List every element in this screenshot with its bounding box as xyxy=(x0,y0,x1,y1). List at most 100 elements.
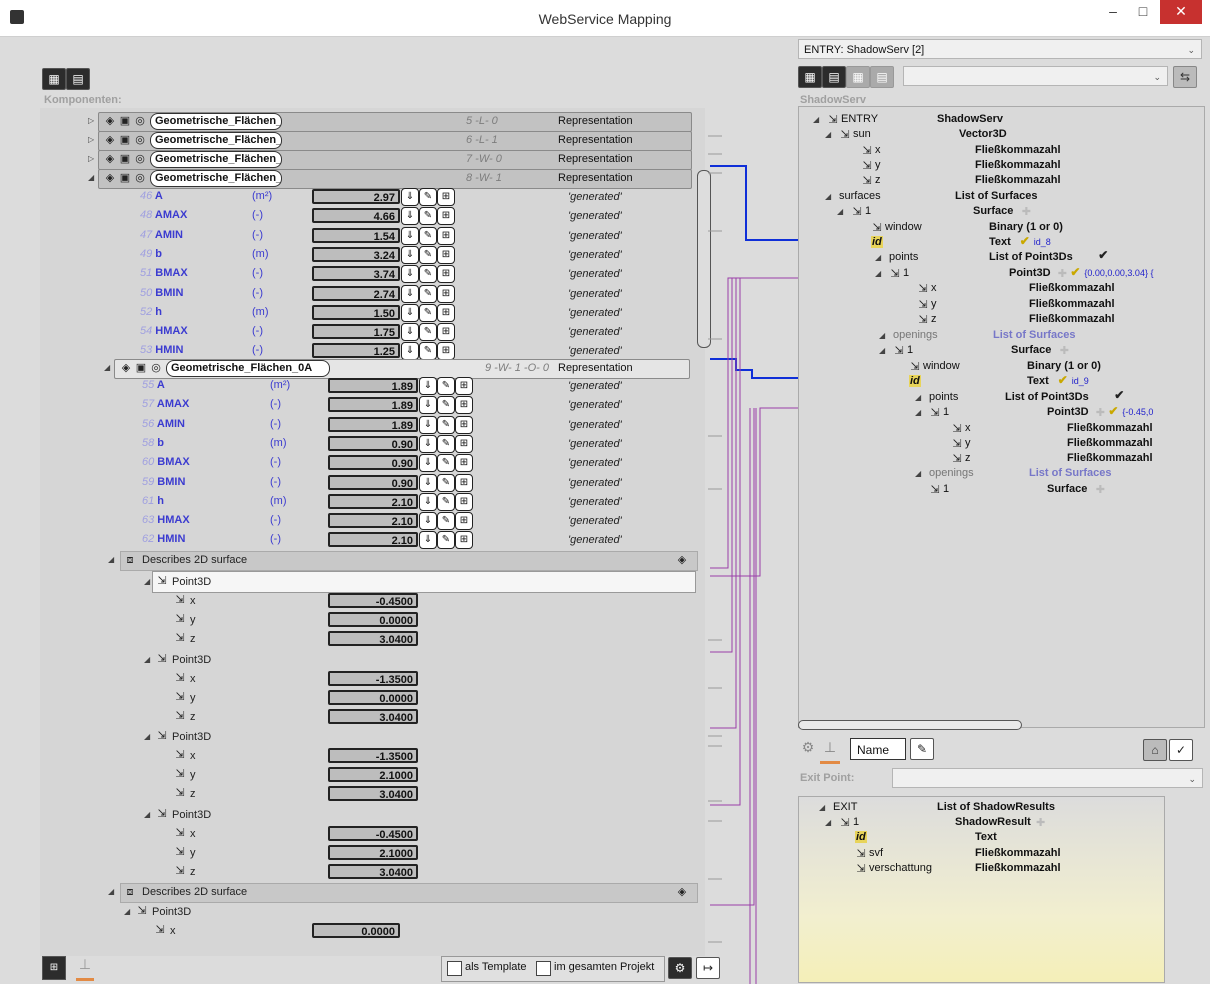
parameter-value[interactable]: 1.25 xyxy=(312,343,400,359)
parameter-row[interactable]: 59 BMIN (-) 0.90 ⇓ ✎ ⊞ 'generated' xyxy=(40,473,705,493)
table-icon[interactable]: ⊞ xyxy=(455,396,473,415)
down-arrow-icon[interactable]: ⇓ xyxy=(419,512,437,531)
coordinate-value[interactable]: 3.0400 xyxy=(328,709,418,724)
parameter-row[interactable]: 46 A (m²) 2.97 ⇓ ✎ ⊞ 'generated' xyxy=(40,188,705,207)
coordinate-row[interactable]: ⇲ x 0.0000 xyxy=(40,922,705,941)
down-arrow-icon[interactable]: ⇓ xyxy=(401,284,419,303)
parameter-row[interactable]: 56 AMIN (-) 1.89 ⇓ ✎ ⊞ 'generated' xyxy=(40,415,705,435)
tree-expand-icon[interactable]: ◢ xyxy=(875,269,883,279)
tree-expand-icon[interactable]: ◢ xyxy=(819,803,827,813)
coordinate-row[interactable]: ⇲ z 3.0400 xyxy=(40,708,705,727)
tree-expand-icon[interactable]: ◢ xyxy=(825,818,833,828)
entry-select[interactable]: ENTRY: ShadowServ [2] ⌄ xyxy=(798,39,1202,59)
plus-icon[interactable]: ✚ xyxy=(1058,345,1070,357)
parameter-row[interactable]: 52 h (m) 1.50 ⇓ ✎ ⊞ 'generated' xyxy=(40,303,705,323)
edit-pencil-icon[interactable]: ✎ xyxy=(419,342,437,361)
edit-pencil-icon[interactable]: ✎ xyxy=(419,284,437,303)
parameter-value[interactable]: 2.74 xyxy=(312,285,400,301)
coordinate-value[interactable]: 0.0000 xyxy=(328,612,418,627)
maximize-button[interactable]: □ xyxy=(1128,0,1158,24)
horizontal-scrollbar[interactable] xyxy=(798,720,1022,730)
coordinate-row[interactable]: ⇲ z 3.0400 xyxy=(40,863,705,882)
down-arrow-icon[interactable]: ⇓ xyxy=(419,377,437,395)
refresh-icon[interactable]: ⇆ xyxy=(1173,66,1197,88)
parameter-value[interactable]: 2.10 xyxy=(328,493,418,509)
edit-pencil-icon[interactable]: ✎ xyxy=(419,207,437,226)
edit-pencil-icon[interactable]: ✎ xyxy=(437,531,455,550)
down-arrow-icon[interactable]: ⇓ xyxy=(401,323,419,342)
coordinate-row[interactable]: ⇲ z 3.0400 xyxy=(40,630,705,649)
parameter-row[interactable]: 51 BMAX (-) 3.74 ⇓ ✎ ⊞ 'generated' xyxy=(40,265,705,284)
bird-icon[interactable]: ✎ xyxy=(910,738,934,760)
diamond-arrow-icon[interactable]: ◈ xyxy=(676,554,688,566)
parameter-value[interactable]: 3.74 xyxy=(312,266,400,282)
down-arrow-icon[interactable]: ⇓ xyxy=(419,434,437,453)
coordinate-row[interactable]: ⇲ x -0.4500 xyxy=(40,825,705,844)
edit-pencil-icon[interactable]: ✎ xyxy=(419,323,437,342)
component-header-row[interactable]: ▷ ◈ ▣ ◎ Geometrische_Flächen_0A 6 -L- 1 Repres… xyxy=(40,131,705,151)
entry-tree[interactable]: ◢ ⇲ ENTRY ShadowServ ◢ ⇲ sun Vector3D ⇲ x Fließkom… xyxy=(798,106,1205,728)
ws-icon[interactable]: ⌂ xyxy=(1143,739,1167,761)
table-icon[interactable]: ⊞ xyxy=(455,415,473,434)
down-arrow-icon[interactable]: ⇓ xyxy=(401,342,419,361)
table-icon[interactable]: ⊞ xyxy=(437,226,455,245)
edit-pencil-icon[interactable]: ✎ xyxy=(437,434,455,453)
edit-pencil-icon[interactable]: ✎ xyxy=(437,512,455,531)
schema-select[interactable]: ⌄ xyxy=(903,66,1168,86)
diamond-arrow-icon[interactable]: ◈ xyxy=(676,886,688,898)
expand-arrow-icon[interactable]: ▷ xyxy=(88,154,96,164)
exit-point-select[interactable]: ⌄ xyxy=(892,768,1203,788)
plus-icon[interactable]: ✚ xyxy=(1056,268,1068,280)
point3d-row[interactable]: ◢ ⇲ Point3D xyxy=(40,806,705,825)
edit-pencil-icon[interactable]: ✎ xyxy=(419,265,437,284)
component-header-row[interactable]: ◢ ◈ ▣ ◎ Geometrische_Flächen_0A 8 -W- 1 Repres… xyxy=(40,169,705,189)
coordinate-value[interactable]: 0.0000 xyxy=(328,690,418,705)
coordinate-value[interactable]: -1.3500 xyxy=(328,748,418,763)
edit-pencil-icon[interactable]: ✎ xyxy=(437,492,455,511)
table-icon[interactable]: ⊞ xyxy=(437,207,455,226)
parameter-row[interactable]: 55 A (m²) 1.89 ⇓ ✎ ⊞ 'generated' xyxy=(40,377,705,396)
down-arrow-icon[interactable]: ⇓ xyxy=(419,454,437,473)
als-template-checkbox[interactable] xyxy=(447,961,462,976)
collapse-arrow-icon[interactable]: ◢ xyxy=(124,907,132,917)
parameter-value[interactable]: 1.50 xyxy=(312,304,400,320)
coordinate-value[interactable]: -0.4500 xyxy=(328,826,418,841)
point3d-row[interactable]: ◢ ⇲ Point3D xyxy=(40,903,705,922)
tree-expand-icon[interactable]: ◢ xyxy=(813,115,821,125)
parameter-value[interactable]: 2.97 xyxy=(312,189,400,204)
tree-expand-icon[interactable]: ◢ xyxy=(825,130,833,140)
point3d-row[interactable]: ◢ ⇲ Point3D xyxy=(40,571,705,593)
describes-row[interactable]: ◢ ⧈ Describes 2D surface ◈ xyxy=(40,551,705,571)
table-icon[interactable]: ⊞ xyxy=(437,188,455,206)
table-icon[interactable]: ⊞ xyxy=(437,323,455,342)
parameter-row[interactable]: 47 AMIN (-) 1.54 ⇓ ✎ ⊞ 'generated' xyxy=(40,226,705,246)
parameter-value[interactable]: 0.90 xyxy=(328,455,418,471)
table-icon[interactable]: ⊞ xyxy=(455,512,473,531)
plus-icon[interactable]: ✚ xyxy=(1094,407,1106,419)
coordinate-row[interactable]: ⇲ y 2.1000 xyxy=(40,766,705,785)
pin-icon[interactable]: ⊥ xyxy=(820,739,840,764)
expand-arrow-icon[interactable]: ▷ xyxy=(88,116,96,126)
edit-pencil-icon[interactable]: ✎ xyxy=(419,303,437,322)
table-icon[interactable]: ⊞ xyxy=(455,531,473,550)
expand-arrow-icon[interactable]: ▷ xyxy=(88,135,96,145)
save-icon[interactable]: ▤ xyxy=(822,66,846,88)
table-icon[interactable]: ⊞ xyxy=(437,342,455,361)
coordinate-row[interactable]: ⇲ x -0.4500 xyxy=(40,592,705,611)
down-arrow-icon[interactable]: ⇓ xyxy=(401,303,419,322)
down-arrow-icon[interactable]: ⇓ xyxy=(401,265,419,284)
parameter-row[interactable]: 49 b (m) 3.24 ⇓ ✎ ⊞ 'generated' xyxy=(40,245,705,265)
coordinate-value[interactable]: 3.0400 xyxy=(328,864,418,879)
coordinate-row[interactable]: ⇲ x -1.3500 xyxy=(40,670,705,689)
tree-expand-icon[interactable]: ◢ xyxy=(879,331,887,341)
down-arrow-icon[interactable]: ⇓ xyxy=(401,188,419,206)
edit-pencil-icon[interactable]: ✎ xyxy=(419,226,437,245)
parameter-value[interactable]: 2.10 xyxy=(328,532,418,548)
coordinate-value[interactable]: -1.3500 xyxy=(328,671,418,686)
point3d-row[interactable]: ◢ ⇲ Point3D xyxy=(40,728,705,747)
parameter-value[interactable]: 1.54 xyxy=(312,227,400,243)
parameter-value[interactable]: 0.90 xyxy=(328,435,418,451)
tree-expand-icon[interactable]: ◢ xyxy=(875,253,883,263)
plus-icon[interactable]: ✚ xyxy=(1035,817,1047,829)
expand-arrow-icon[interactable]: ◢ xyxy=(88,173,96,183)
